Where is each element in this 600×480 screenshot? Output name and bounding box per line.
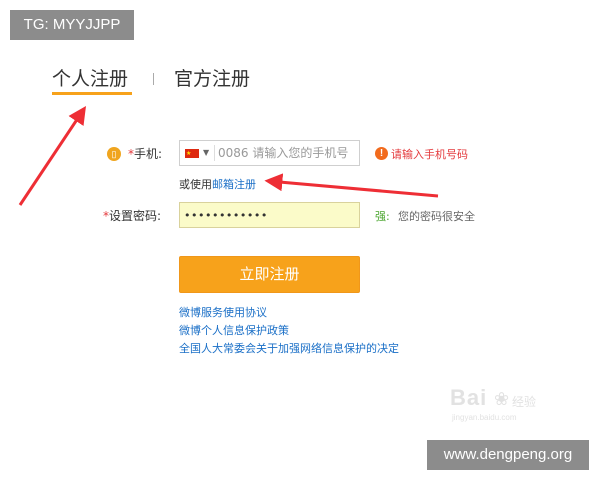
password-strength-message: 您的密码很安全 bbox=[398, 210, 475, 223]
phone-input[interactable] bbox=[218, 144, 356, 162]
alt-registration-line: 或使用邮箱注册 bbox=[179, 176, 256, 192]
site-badge: www.dengpeng.org bbox=[427, 440, 589, 470]
tab-official-registration[interactable]: 官方注册 bbox=[174, 64, 250, 91]
country-code-divider bbox=[214, 145, 215, 161]
baidu-watermark-text: Bai bbox=[450, 385, 488, 410]
chevron-down-icon[interactable]: ▼ bbox=[203, 148, 209, 157]
active-tab-underline bbox=[52, 92, 132, 95]
error-icon: ! bbox=[375, 147, 388, 160]
password-label-text: 设置密码: bbox=[109, 209, 162, 223]
phone-error-message: 请输入手机号码 bbox=[391, 148, 468, 161]
alt-registration-prefix: 或使用 bbox=[179, 178, 212, 191]
weibo-service-agreement-link[interactable]: 微博服务使用协议 bbox=[179, 304, 399, 322]
baidu-watermark-url: jingyan.baidu.com bbox=[452, 413, 517, 422]
baidu-jingyan-watermark: Bai ❀ 经验 jingyan.baidu.com bbox=[450, 385, 558, 423]
tab-divider bbox=[153, 73, 154, 85]
baidu-paw-icon: ❀ bbox=[494, 389, 510, 410]
baidu-watermark-sub: 经验 bbox=[512, 395, 537, 409]
tab-personal-registration[interactable]: 个人注册 bbox=[52, 64, 128, 91]
register-button[interactable]: 立即注册 bbox=[179, 256, 360, 293]
npc-information-protection-link[interactable]: 全国人大常委会关于加强网络信息保护的决定 bbox=[179, 340, 399, 358]
password-label: *设置密码: bbox=[103, 207, 161, 224]
weibo-privacy-policy-link[interactable]: 微博个人信息保护政策 bbox=[179, 322, 399, 340]
phone-label-text: 手机: bbox=[134, 147, 163, 161]
password-strength-label: 强: bbox=[375, 210, 390, 223]
email-registration-link[interactable]: 邮箱注册 bbox=[212, 178, 256, 191]
tg-badge: TG: MYYJJPP bbox=[10, 10, 134, 40]
password-input[interactable] bbox=[184, 206, 354, 224]
password-field bbox=[179, 202, 360, 228]
arrow-to-email-link bbox=[264, 173, 439, 198]
arrow-to-personal-tab bbox=[18, 106, 86, 206]
phone-label: *手机: bbox=[128, 145, 162, 162]
phone-field: ★ ▼ bbox=[179, 140, 360, 166]
agreement-links: 微博服务使用协议 微博个人信息保护政策 全国人大常委会关于加强网络信息保护的决定 bbox=[179, 304, 399, 358]
china-flag-icon[interactable]: ★ bbox=[185, 149, 199, 158]
mobile-phone-icon: ▯ bbox=[107, 147, 121, 161]
